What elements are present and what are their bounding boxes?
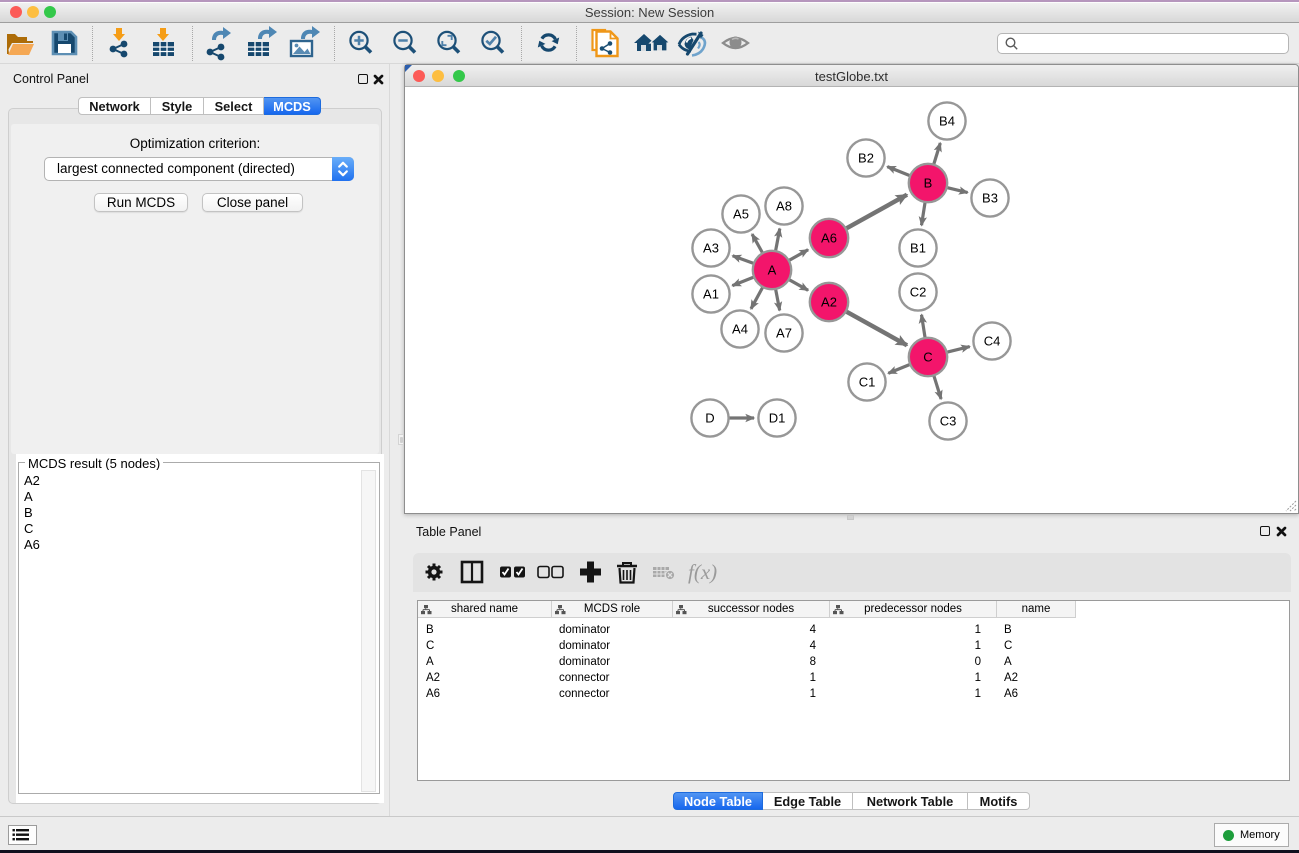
svg-text:B3: B3: [982, 191, 998, 206]
svg-text:C1: C1: [859, 375, 876, 390]
svg-text:B1: B1: [910, 241, 926, 256]
svg-text:f(x): f(x): [688, 560, 717, 584]
svg-text:D: D: [705, 411, 714, 426]
svg-text:A8: A8: [776, 199, 792, 214]
svg-text:C2: C2: [910, 285, 927, 300]
svg-text:B4: B4: [939, 114, 955, 129]
svg-text:B: B: [924, 176, 933, 191]
svg-text:A3: A3: [703, 241, 719, 256]
svg-text:C: C: [923, 350, 932, 365]
svg-text:A6: A6: [821, 231, 837, 246]
svg-text:A5: A5: [733, 207, 749, 222]
svg-text:A4: A4: [732, 322, 748, 337]
svg-text:A1: A1: [703, 287, 719, 302]
svg-text:D1: D1: [769, 411, 786, 426]
svg-text:A2: A2: [821, 295, 837, 310]
svg-text:B2: B2: [858, 151, 874, 166]
svg-text:A7: A7: [776, 326, 792, 341]
svg-text:C4: C4: [984, 334, 1001, 349]
svg-text:A: A: [768, 263, 777, 278]
svg-text:C3: C3: [940, 414, 957, 429]
